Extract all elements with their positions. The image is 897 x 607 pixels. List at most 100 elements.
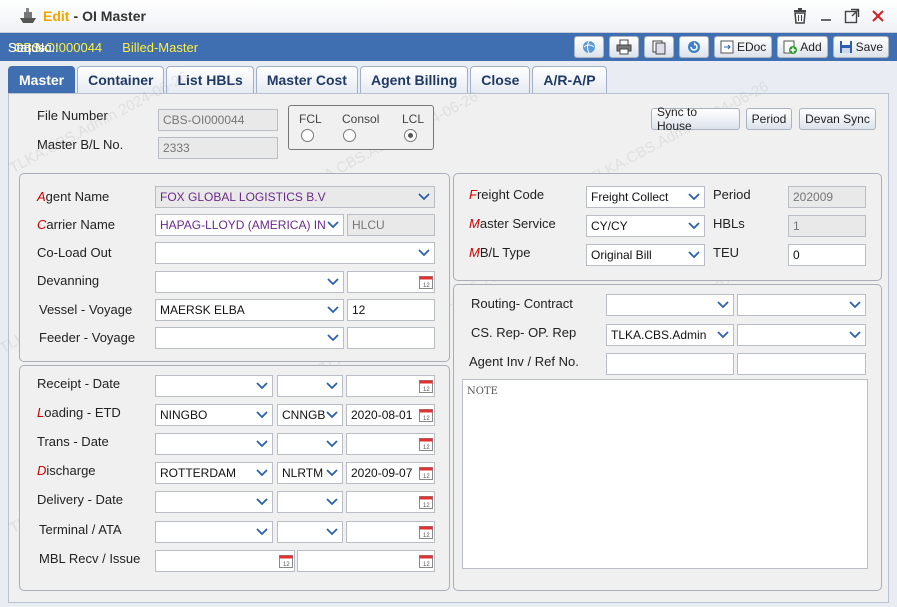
ref-no-field[interactable] [737,353,866,375]
master-bl-field[interactable]: 2333 [158,137,278,159]
receipt-date[interactable]: 12 [346,375,435,397]
tab-agent-billing[interactable]: Agent Billing [359,66,469,93]
copy-icon [652,40,666,55]
feeder-voyage-field[interactable] [347,327,435,349]
save-button[interactable]: Save [832,36,889,58]
calendar-icon[interactable]: 12 [419,379,433,393]
discharge-code-select[interactable]: NLRTM [277,462,343,484]
loading-date-value: 2020-08-01 [351,408,413,422]
loading-etd-date[interactable]: 2020-08-01 12 [346,404,435,426]
delivery-date[interactable]: 12 [346,491,435,513]
chevron-down-icon [252,376,272,396]
chevron-down-icon [252,463,272,483]
chevron-down-icon [252,405,272,425]
discharge-date[interactable]: 2020-09-07 12 [346,462,435,484]
lcl-radio[interactable] [404,129,417,142]
routing-select[interactable] [606,294,734,316]
devan-sync-button[interactable]: Devan Sync [799,108,876,130]
contract-select[interactable] [737,294,866,316]
calendar-icon[interactable]: 12 [419,525,433,539]
receipt-select[interactable] [155,375,273,397]
edoc-button[interactable]: EDoc [713,36,773,58]
tab-container[interactable]: Container [77,66,165,93]
copy-button[interactable] [643,36,674,58]
devanning-select[interactable] [155,271,344,293]
chevron-down-icon [323,272,343,292]
op-rep-select[interactable] [737,324,866,346]
chevron-down-icon [845,325,865,345]
loading-port-value: NINGBO [160,408,208,422]
master-service-select[interactable]: CY/CY [586,215,705,237]
period-button[interactable]: Period [746,108,792,130]
feeder-select[interactable] [155,327,344,349]
carrier-name-label: Carrier Name [37,217,116,232]
calendar-icon[interactable]: 12 [419,554,433,568]
note-textarea[interactable]: NOTE [462,379,868,569]
receipt-code-select[interactable] [277,375,343,397]
coload-select[interactable] [155,242,435,264]
chevron-down-icon [322,522,342,542]
cs-rep-select[interactable]: TLKA.CBS.Admin [606,324,734,346]
refresh-button[interactable] [678,36,709,58]
calendar-icon[interactable]: 12 [279,554,293,568]
trans-select[interactable] [155,433,273,455]
chevron-down-icon [684,187,704,207]
ata-date[interactable]: 12 [346,521,435,543]
carrier-code-field[interactable]: HLCU [347,214,435,236]
print-button[interactable] [608,36,639,58]
discharge-port-select[interactable]: ROTTERDAM [155,462,273,484]
loading-code-value: CNNGB [282,408,326,422]
fcl-radio[interactable] [301,129,314,142]
trash-icon[interactable] [791,6,809,26]
delivery-select[interactable] [155,491,273,513]
maximize-icon[interactable] [843,6,861,26]
carrier-name-select[interactable]: HAPAG-LLOYD (AMERICA) IN [155,214,344,236]
svg-text:12: 12 [423,533,430,539]
trans-label: Trans - Date [37,434,109,449]
tab-close[interactable]: Close [470,66,531,93]
calendar-icon[interactable]: 12 [419,495,433,509]
svg-text:12: 12 [423,283,430,289]
freight-code-select[interactable]: Freight Collect [586,186,705,208]
teu-field[interactable]: 0 [788,244,866,266]
tab-master-cost[interactable]: Master Cost [255,66,358,93]
agent-name-select[interactable]: FOX GLOBAL LOGISTICS B.V [155,186,435,208]
mbl-type-select[interactable]: Original Bill [586,244,705,266]
calendar-icon[interactable]: 12 [419,437,433,451]
minimize-icon[interactable] [817,6,835,26]
freight-code-value: Freight Collect [591,190,669,204]
terminal-code-select[interactable] [277,521,343,543]
close-icon[interactable] [869,6,887,26]
hbls-field[interactable]: 1 [788,215,866,237]
calendar-icon[interactable]: 12 [419,275,433,289]
mbl-recv-date[interactable]: 12 [155,550,295,572]
add-button[interactable]: Add [777,36,828,58]
calendar-icon[interactable]: 12 [419,466,433,480]
voyage-field[interactable]: 12 [347,299,435,321]
trans-date[interactable]: 12 [346,433,435,455]
period-field[interactable]: 202009 [788,186,866,208]
loading-code-select[interactable]: CNNGB [277,404,343,426]
trans-code-select[interactable] [277,433,343,455]
devanning-date[interactable]: 12 [347,271,435,293]
terminal-select[interactable] [155,521,273,543]
discharge-port-value: ROTTERDAM [160,466,236,480]
tab-master[interactable]: Master [8,66,76,93]
loading-label: Loading - ETD [37,405,121,420]
edoc-icon [720,40,734,54]
mbl-issue-date[interactable]: 12 [297,550,435,572]
svg-text:12: 12 [283,562,290,568]
delivery-code-select[interactable] [277,491,343,513]
calendar-icon[interactable]: 12 [419,408,433,422]
tab-list-hbls[interactable]: List HBLs [166,66,254,93]
consol-radio[interactable] [343,129,356,142]
agent-inv-field[interactable] [606,353,734,375]
routing-contract-label: Routing- Contract [471,296,573,311]
share-button[interactable] [573,36,604,58]
vessel-select[interactable]: MAERSK ELBA [155,299,344,321]
chevron-down-icon [414,243,434,263]
loading-port-select[interactable]: NINGBO [155,404,273,426]
sync-to-house-button[interactable]: Sync to House [651,105,740,133]
file-number-field[interactable]: CBS-OI000044 [158,109,278,131]
tab-ar-ap[interactable]: A/R-A/P [532,66,607,93]
